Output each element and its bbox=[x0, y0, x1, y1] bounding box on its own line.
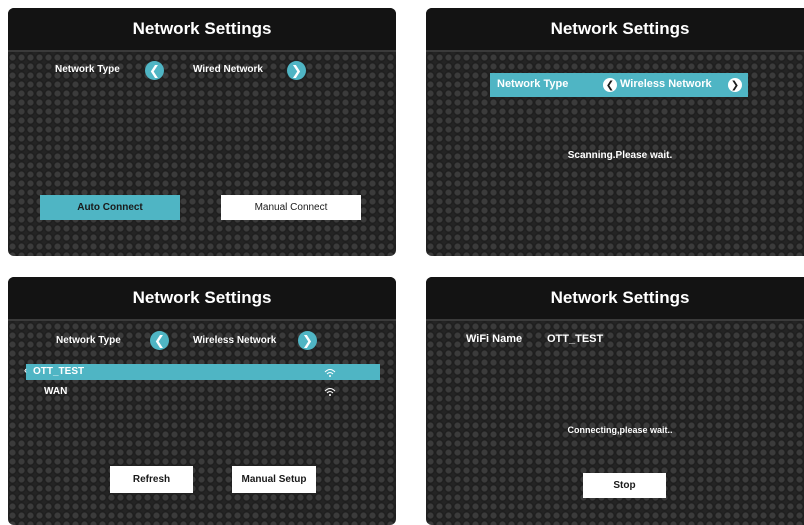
chevron-right-icon: ❯ bbox=[291, 62, 302, 78]
network-type-prev-button[interactable]: ❮ bbox=[145, 61, 164, 80]
panel-scanning: Network Settings Network Type ❮ Wireless… bbox=[426, 8, 804, 256]
chevron-left-icon: ❮ bbox=[154, 332, 165, 348]
network-type-prev-button[interactable]: ❮ bbox=[150, 331, 169, 350]
stop-button[interactable]: Stop bbox=[583, 473, 666, 498]
network-type-value: Wireless Network bbox=[620, 78, 712, 90]
network-name: WAN bbox=[44, 386, 68, 397]
network-type-next-button[interactable]: ❯ bbox=[728, 78, 742, 92]
panel-title: Network Settings bbox=[426, 8, 804, 52]
network-name: OTT_TEST bbox=[33, 366, 85, 377]
cursor-icon: ‹ bbox=[24, 365, 27, 375]
wifi-name-value: OTT_TEST bbox=[547, 333, 604, 345]
wifi-name-label: WiFi Name bbox=[466, 333, 523, 345]
chevron-right-icon: ❯ bbox=[302, 332, 313, 348]
chevron-right-icon: ❯ bbox=[730, 79, 740, 91]
panel-title: Network Settings bbox=[426, 277, 804, 321]
chevron-left-icon: ❮ bbox=[605, 79, 615, 91]
panel-title: Network Settings bbox=[8, 8, 396, 52]
wifi-signal-icon bbox=[324, 387, 336, 396]
network-type-next-button[interactable]: ❯ bbox=[298, 331, 317, 350]
manual-setup-button[interactable]: Manual Setup bbox=[232, 466, 316, 493]
chevron-left-icon: ❮ bbox=[149, 62, 160, 78]
connecting-status-text: Connecting,please wait.. bbox=[567, 425, 673, 435]
network-type-selector[interactable]: Network Type ❮ Wireless Network ❯ bbox=[490, 73, 748, 97]
network-type-prev-button[interactable]: ❮ bbox=[603, 78, 617, 92]
network-type-label: Network Type bbox=[497, 78, 569, 90]
scanning-status-text: Scanning.Please wait. bbox=[567, 150, 673, 161]
list-item[interactable]: WAN bbox=[26, 384, 380, 400]
panel-wireless-list: Network Settings Network Type ❮ Wireless… bbox=[8, 277, 396, 525]
network-type-label: Network Type bbox=[55, 64, 120, 75]
panel-wired-network: Network Settings Network Type ❮ Wired Ne… bbox=[8, 8, 396, 256]
network-type-label: Network Type bbox=[56, 335, 121, 346]
auto-connect-button[interactable]: Auto Connect bbox=[40, 195, 180, 220]
network-type-value: Wireless Network bbox=[193, 335, 277, 346]
panel-connecting: Network Settings WiFi Name OTT_TEST Conn… bbox=[426, 277, 804, 525]
refresh-button[interactable]: Refresh bbox=[110, 466, 193, 493]
panel-title: Network Settings bbox=[8, 277, 396, 321]
network-type-next-button[interactable]: ❯ bbox=[287, 61, 306, 80]
list-item-selected[interactable]: ‹ OTT_TEST bbox=[24, 364, 380, 380]
wifi-signal-icon bbox=[324, 368, 336, 377]
network-type-value: Wired Network bbox=[193, 64, 263, 75]
manual-connect-button[interactable]: Manual Connect bbox=[221, 195, 361, 220]
